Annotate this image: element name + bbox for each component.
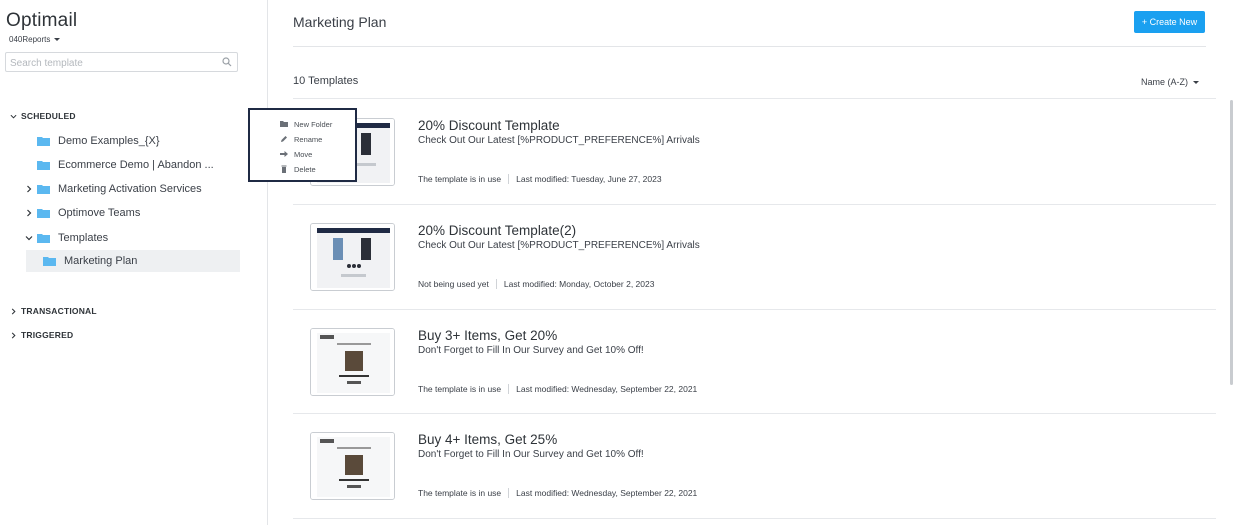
chevron-right-icon[interactable]: [25, 185, 33, 193]
section-transactional-label: TRANSACTIONAL: [21, 306, 97, 316]
template-thumbnail[interactable]: [310, 223, 395, 291]
folder-label: Marketing Plan: [64, 255, 138, 267]
template-card[interactable]: Buy 3+ Items, Get 20% Don't Forget to Fi…: [293, 309, 1216, 414]
page-title: Marketing Plan: [293, 14, 387, 30]
search-input[interactable]: [6, 54, 206, 73]
section-triggered[interactable]: TRIGGERED: [10, 330, 73, 340]
folder-label: Templates: [58, 232, 109, 244]
template-count: 10 Templates: [293, 75, 359, 87]
trash-icon: [281, 165, 287, 173]
template-thumbnail[interactable]: [310, 432, 395, 500]
folder-icon: [43, 257, 56, 266]
email-preview-image: [311, 329, 394, 395]
scrollbar[interactable]: [1230, 100, 1233, 385]
template-meta: The template is in use Last modified: We…: [418, 488, 697, 498]
sidebar: Optimail 040Reports SCHEDULED Demo Examp…: [0, 0, 268, 525]
template-card[interactable]: Buy 4+ Items, Get 25% Don't Forget to Fi…: [293, 413, 1216, 518]
divider: [495, 279, 497, 289]
folder-icon: [37, 234, 50, 243]
folder-marketing-activation[interactable]: Marketing Activation Services: [25, 178, 202, 200]
folder-ecommerce-demo[interactable]: Ecommerce Demo | Abandon ...: [37, 154, 214, 176]
divider: [508, 174, 510, 184]
template-subject: Check Out Our Latest [%PRODUCT_PREFERENC…: [418, 135, 700, 146]
chevron-down-icon: [10, 114, 17, 119]
folder-icon: [37, 161, 50, 170]
template-title[interactable]: Buy 3+ Items, Get 20%: [418, 328, 557, 343]
chevron-right-icon: [11, 308, 16, 314]
menu-item-new-folder[interactable]: New Folder: [280, 118, 332, 130]
folder-icon: [37, 137, 50, 146]
caret-down-icon: [1193, 80, 1199, 84]
caret-down-icon: [54, 38, 61, 41]
menu-item-label: New Folder: [294, 119, 333, 129]
template-status: The template is in use: [418, 488, 502, 498]
menu-item-move[interactable]: Move: [280, 148, 312, 160]
folder-optimove-teams[interactable]: Optimove Teams: [25, 202, 140, 224]
email-preview-image: [311, 433, 394, 499]
template-subject: Don't Forget to Fill In Our Survey and G…: [418, 345, 644, 356]
template-meta: The template is in use Last modified: Tu…: [418, 174, 662, 184]
menu-item-label: Delete: [294, 164, 316, 174]
arrow-right-icon: [280, 151, 288, 157]
template-status: Not being used yet: [418, 279, 489, 289]
account-name: 040Reports: [9, 35, 51, 44]
search-icon[interactable]: [222, 57, 232, 67]
search-box[interactable]: [5, 52, 238, 73]
section-triggered-label: TRIGGERED: [21, 330, 74, 340]
menu-item-rename[interactable]: Rename: [280, 133, 322, 145]
section-scheduled[interactable]: SCHEDULED: [10, 111, 76, 121]
template-modified: Last modified: Wednesday, September 22, …: [516, 488, 698, 498]
menu-item-delete[interactable]: Delete: [280, 163, 316, 175]
folder-label: Marketing Activation Services: [58, 183, 202, 195]
template-modified: Last modified: Wednesday, September 22, …: [516, 384, 698, 394]
divider: [293, 518, 1216, 519]
email-preview-image: [311, 224, 394, 290]
chevron-right-icon[interactable]: [25, 209, 33, 217]
template-meta: The template is in use Last modified: We…: [418, 384, 697, 394]
create-new-button[interactable]: + Create New: [1134, 11, 1205, 33]
folder-icon: [37, 185, 50, 194]
folder-icon: [37, 209, 50, 218]
divider: [293, 46, 1206, 47]
template-title[interactable]: Buy 4+ Items, Get 25%: [418, 432, 557, 447]
template-status: The template is in use: [418, 174, 502, 184]
context-menu: New Folder Rename Move Delete: [248, 108, 357, 182]
template-title[interactable]: 20% Discount Template: [418, 118, 560, 133]
template-subject: Don't Forget to Fill In Our Survey and G…: [418, 449, 644, 460]
divider: [508, 384, 510, 394]
folder-marketing-plan[interactable]: Marketing Plan: [26, 250, 240, 272]
folder-label: Optimove Teams: [58, 207, 141, 219]
section-transactional[interactable]: TRANSACTIONAL: [10, 306, 97, 316]
menu-item-label: Move: [294, 149, 313, 159]
section-scheduled-label: SCHEDULED: [21, 111, 76, 121]
template-subject: Check Out Our Latest [%PRODUCT_PREFERENC…: [418, 240, 700, 251]
template-thumbnail[interactable]: [310, 328, 395, 396]
sort-label: Name (A-Z): [1141, 77, 1188, 87]
account-selector[interactable]: 040Reports: [9, 35, 61, 44]
template-meta: Not being used yet Last modified: Monday…: [418, 279, 654, 289]
template-modified: Last modified: Monday, October 2, 2023: [503, 279, 655, 289]
divider: [508, 488, 510, 498]
folder-demo-examples[interactable]: Demo Examples_{X}: [37, 130, 160, 152]
folder-label: Ecommerce Demo | Abandon ...: [58, 159, 214, 171]
template-modified: Last modified: Tuesday, June 27, 2023: [516, 174, 662, 184]
pencil-icon: [281, 136, 287, 142]
folder-templates[interactable]: Templates: [25, 227, 108, 249]
chevron-right-icon: [11, 332, 16, 338]
template-card[interactable]: 20% Discount Template(2) Check Out Our L…: [293, 204, 1216, 309]
folder-label: Demo Examples_{X}: [58, 135, 160, 147]
sort-dropdown[interactable]: Name (A-Z): [1141, 77, 1199, 87]
template-title[interactable]: 20% Discount Template(2): [418, 223, 576, 238]
chevron-down-icon[interactable]: [25, 234, 33, 242]
menu-item-label: Rename: [294, 134, 323, 144]
template-card[interactable]: 20% Discount Template Check Out Our Late…: [293, 99, 1216, 204]
app-title: Optimail: [6, 10, 78, 31]
template-status: The template is in use: [418, 384, 502, 394]
new-folder-icon: [280, 121, 288, 127]
